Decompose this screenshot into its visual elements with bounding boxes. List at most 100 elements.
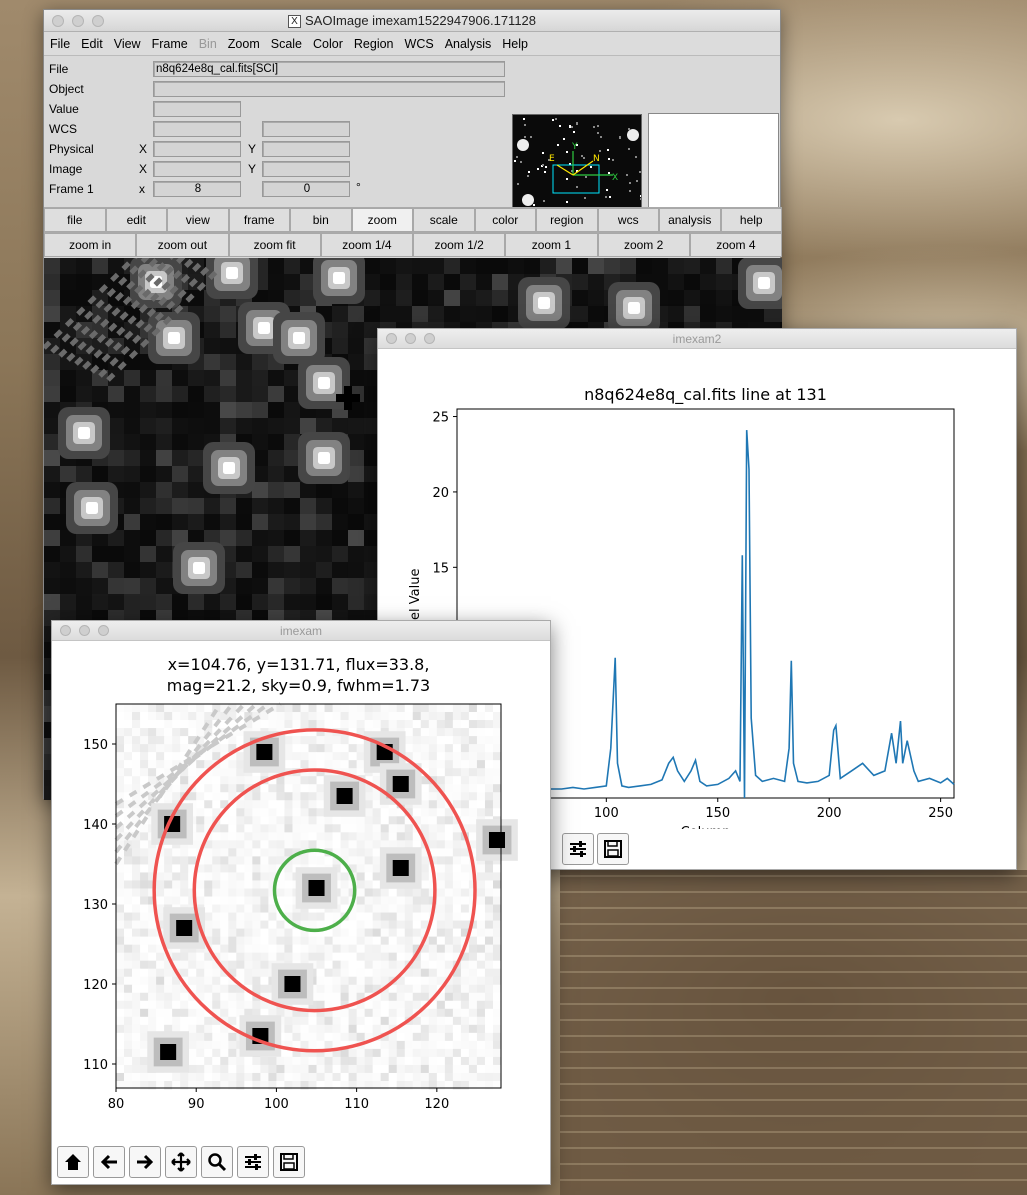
configure-subplots-button[interactable] [237,1146,269,1178]
plot-title-line1: x=104.76, y=131.71, flux=33.8, [168,655,430,674]
menu-wcs[interactable]: WCS [405,37,434,51]
button-bar-zoom: zoom in zoom out zoom fit zoom 1/4 zoom 1/2 z… [44,232,782,257]
menu-scale[interactable]: Scale [271,37,302,51]
value-field [153,101,241,117]
menu-region[interactable]: Region [354,37,394,51]
frame-label: Frame 1 [49,182,94,196]
sliders-icon [570,841,586,857]
degree-symbol: ° [356,180,361,194]
save-figure-button[interactable] [273,1146,305,1178]
x-tick-label: 110 [344,1097,369,1112]
physical-label: Physical [49,142,94,156]
save-figure-button[interactable] [597,833,629,865]
star-8 [336,788,353,804]
button-zoom-4[interactable]: zoom 4 [689,233,782,257]
star-3 [284,976,301,992]
frame-zoom-field: 8 [153,181,241,197]
x11-icon: X [287,15,301,29]
x-axis-label: Column [681,825,731,829]
button-bin[interactable]: bin [290,208,352,232]
menu-color[interactable]: Color [313,37,343,51]
y-tick-label: 150 [83,738,108,753]
button-file[interactable]: file [44,208,106,232]
move-icon [171,1152,191,1172]
image-x-field [153,161,241,177]
image-x-label: X [139,162,148,176]
button-scale[interactable]: scale [413,208,475,232]
menu-file[interactable]: File [50,37,70,51]
image-y-field [262,161,350,177]
magnifier-icon [208,1153,227,1172]
zoom-button[interactable] [201,1146,233,1178]
button-edit[interactable]: edit [105,208,167,232]
aperture-plot: x=104.76, y=131.71, flux=33.8, mag=21.2, … [83,655,518,1112]
ds9-menubar: File Edit View Frame Bin Zoom Scale Color Region… [44,32,780,56]
button-zoom[interactable]: zoom [351,208,413,232]
button-help[interactable]: help [720,208,782,232]
imexam-window: imexam x=104.76, y=131.71, flux=33.8, mag… [51,620,551,1185]
button-zoom-1[interactable]: zoom 1 [505,233,598,257]
star-2 [256,744,273,760]
star-4 [392,860,409,876]
star-1 [176,920,193,936]
y-tick-label: 20 [432,486,449,501]
info-panel: File n8q624e8q_cal.fits[SCI] Object Valu… [44,56,780,243]
button-zoom-fit[interactable]: zoom fit [228,233,321,257]
wcs-field-2 [262,121,350,137]
wcs-field-1 [153,121,241,137]
imexam-title: imexam [279,624,322,638]
menu-edit[interactable]: Edit [81,37,103,51]
compass-n-label: N [593,154,600,164]
plot-title: n8q624e8q_cal.fits line at 131 [584,385,827,405]
frame-angle-field: 0 [262,181,350,197]
menu-help[interactable]: Help [502,37,528,51]
button-region[interactable]: region [536,208,598,232]
wcs-label: WCS [49,122,77,136]
x-tick-label: 100 [264,1097,289,1112]
button-view[interactable]: view [167,208,229,232]
button-color[interactable]: color [474,208,536,232]
physical-y-label: Y [248,142,257,156]
menu-zoom[interactable]: Zoom [228,37,260,51]
home-button[interactable] [57,1146,89,1178]
button-wcs[interactable]: wcs [597,208,659,232]
x-tick-label: 80 [108,1097,125,1112]
arrow-left-icon [100,1154,117,1170]
configure-subplots-button[interactable] [562,833,594,865]
ds9-titlebar[interactable]: X SAOImage imexam1522947906.171128 [44,10,780,32]
button-zoom-1-4[interactable]: zoom 1/4 [320,233,413,257]
star-11 [488,832,506,848]
floppy-disk-icon [280,1153,298,1171]
image-label: Image [49,162,83,176]
menu-view[interactable]: View [114,37,141,51]
button-frame[interactable]: frame [228,208,290,232]
file-label: File [49,62,69,76]
menu-bin: Bin [198,36,217,51]
back-button[interactable] [93,1146,125,1178]
cutout-image [114,702,518,1090]
file-field: n8q624e8q_cal.fits[SCI] [153,61,505,77]
forward-button[interactable] [129,1146,161,1178]
compass-e-label: E [549,154,555,164]
button-zoom-1-2[interactable]: zoom 1/2 [413,233,506,257]
button-analysis[interactable]: analysis [659,208,721,232]
x-tick-label: 200 [817,806,842,821]
button-zoom-out[interactable]: zoom out [136,233,229,257]
button-zoom-in[interactable]: zoom in [44,233,137,257]
menu-analysis[interactable]: Analysis [445,37,492,51]
frame-x-label: x [139,182,145,196]
button-bar-main: file edit view frame bin zoom scale color region… [44,207,782,232]
button-zoom-2[interactable]: zoom 2 [597,233,690,257]
imexam2-titlebar[interactable]: imexam2 [378,329,1016,349]
object-label: Object [49,82,84,96]
desktop-background-ruins [560,870,1027,1195]
ds9-title: SAOImage imexam1522947906.171128 [304,13,537,28]
menu-frame[interactable]: Frame [152,37,188,51]
pan-button[interactable] [165,1146,197,1178]
imexam-titlebar[interactable]: imexam [52,621,550,641]
compass-y-label: Y [571,142,578,152]
imexam2-title: imexam2 [672,332,722,346]
x-tick-label: 120 [424,1097,449,1112]
value-label: Value [49,102,79,116]
y-tick-label: 130 [83,898,108,913]
